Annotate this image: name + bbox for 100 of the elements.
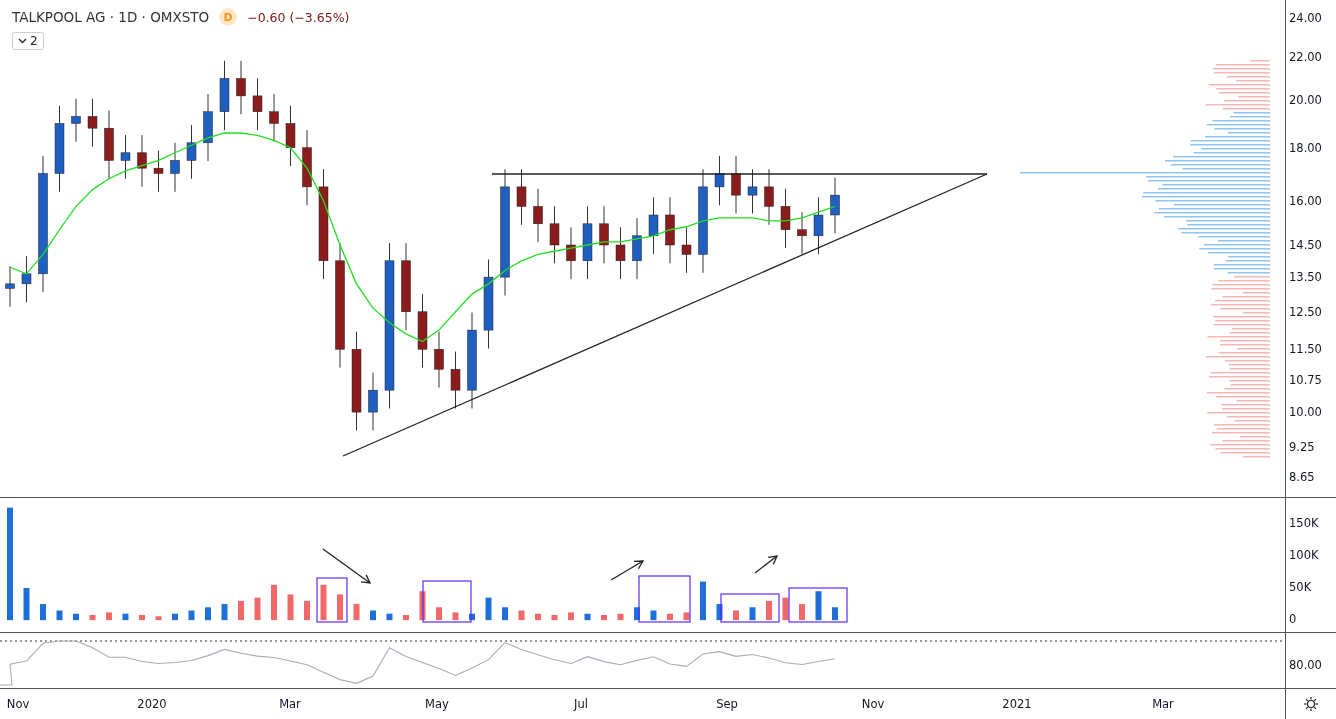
candlestick — [747, 168, 758, 214]
indicators-toggle[interactable]: 2 — [12, 32, 44, 50]
price-axis-label: 14.50 — [1289, 238, 1322, 252]
volume-bar — [568, 612, 574, 621]
candlestick — [780, 188, 791, 249]
volume-bar — [188, 610, 195, 621]
time-axis-label: Sep — [716, 697, 738, 711]
price-axis-label: 10.00 — [1289, 405, 1322, 420]
candlestick — [219, 60, 230, 131]
candlestick — [797, 211, 807, 255]
candlestick — [170, 142, 180, 193]
time-axis-label: Nov — [6, 697, 30, 711]
caret-icon — [18, 38, 27, 44]
volume-bar — [832, 607, 838, 621]
candlestick — [5, 265, 15, 308]
volume-bar — [320, 584, 327, 621]
candlestick — [21, 255, 32, 303]
candlestick — [104, 110, 114, 180]
time-axis-label: May — [425, 697, 449, 711]
candlestick — [203, 93, 213, 162]
price-axis-label: 11.50 — [1289, 342, 1322, 357]
volume-bar — [815, 591, 822, 621]
candlestick — [368, 372, 378, 431]
volume-bar — [40, 604, 46, 621]
candlestick — [450, 351, 461, 410]
volume-bar — [535, 613, 541, 621]
volume-bar — [634, 607, 640, 621]
annotation-rectangle — [422, 580, 472, 623]
volume-bar — [436, 607, 442, 621]
volume-axis-label: 150K — [1289, 515, 1319, 530]
volume-bar — [584, 613, 591, 621]
volume-axis-label: 100K — [1289, 547, 1319, 562]
oscillator-axis-label: 80.00 — [1289, 658, 1322, 672]
candlestick — [731, 155, 741, 214]
volume-bar — [485, 597, 492, 621]
volume-bar — [716, 604, 723, 621]
price-axis-label: 20.00 — [1289, 93, 1322, 108]
price-axis-label: 10.75 — [1289, 372, 1322, 387]
volume-bar — [502, 607, 508, 621]
candlestick — [137, 134, 147, 188]
annotation-rectangle — [638, 575, 691, 623]
volume-bar — [122, 613, 129, 621]
volume-bar — [469, 613, 475, 621]
price-axis-label: 24.00 — [1289, 11, 1322, 26]
volume-bar — [106, 612, 112, 621]
time-axis-label: 2021 — [1002, 697, 1032, 711]
candlestick — [665, 196, 675, 264]
time-axis-label: Jul — [574, 697, 588, 711]
price-change: −0.60 (−3.65%) — [247, 9, 350, 25]
annotation-arrow — [322, 548, 372, 584]
time-axis-label: 2020 — [137, 697, 167, 711]
candlestick — [434, 331, 444, 389]
price-axis-label: 8.65 — [1289, 470, 1315, 485]
candlestick — [285, 105, 296, 167]
volume-axis-label: 0 — [1289, 612, 1297, 627]
volume-bar — [617, 613, 624, 621]
candlestick — [599, 205, 609, 264]
volume-bar — [254, 597, 261, 621]
volume-bar — [518, 610, 525, 621]
volume-bar — [601, 615, 607, 621]
volume-bar — [353, 604, 360, 621]
volume-bar — [139, 615, 145, 621]
volume-bar — [73, 613, 79, 621]
candlestick — [830, 177, 840, 234]
volume-bar — [782, 597, 789, 621]
volume-bar — [733, 610, 739, 621]
candlestick — [549, 205, 560, 264]
volume-bar — [89, 615, 96, 621]
volume-bar — [386, 613, 393, 621]
symbol-title: TALKPOOL AG · 1D · OMXSTO — [12, 9, 210, 25]
volume-bar — [667, 613, 673, 621]
volume-bar — [56, 610, 63, 621]
volume-bar — [419, 591, 426, 621]
candlestick — [714, 155, 725, 206]
candlestick — [87, 98, 98, 148]
time-axis-label: Mar — [279, 697, 301, 711]
settings-icon[interactable] — [1303, 696, 1319, 712]
volume-bar — [700, 581, 706, 621]
candlestick — [186, 124, 197, 180]
volume-axis-label: 50K — [1289, 580, 1312, 594]
volume-bar — [337, 594, 343, 621]
candlestick — [236, 60, 246, 115]
volume-bar — [238, 600, 244, 621]
candlestick — [120, 134, 131, 180]
candlestick — [615, 226, 626, 280]
volume-bar — [172, 613, 178, 621]
annotation-rectangle — [720, 593, 780, 623]
time-axis-label: Nov — [861, 697, 885, 711]
volume-bar — [155, 616, 162, 621]
volume-bar — [23, 588, 30, 621]
annotation-rectangle — [788, 587, 848, 623]
candlestick — [516, 168, 527, 226]
volume-bar — [683, 612, 690, 621]
volume-bar — [403, 615, 409, 621]
price-axis-label: 18.00 — [1289, 140, 1322, 155]
candlestick — [71, 98, 81, 143]
candlestick — [269, 93, 279, 143]
volume-bar — [749, 607, 756, 621]
candlestick — [153, 150, 164, 193]
volume-bar — [370, 610, 376, 621]
